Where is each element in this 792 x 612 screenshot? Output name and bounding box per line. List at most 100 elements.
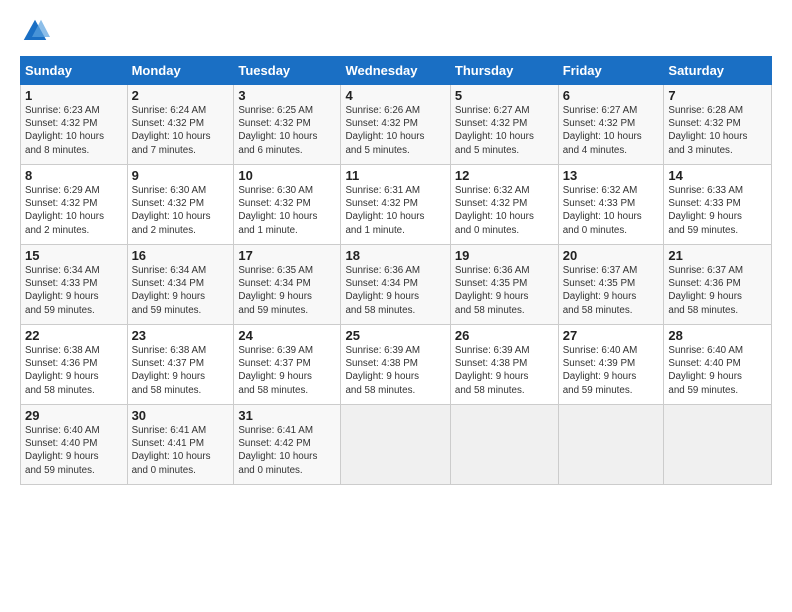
calendar-cell: 5Sunrise: 6:27 AM Sunset: 4:32 PM Daylig… [450,85,558,165]
day-number: 8 [25,168,123,183]
day-info: Sunrise: 6:34 AM Sunset: 4:33 PM Dayligh… [25,264,123,317]
day-info: Sunrise: 6:36 AM Sunset: 4:35 PM Dayligh… [455,264,554,317]
calendar-cell: 24Sunrise: 6:39 AM Sunset: 4:37 PM Dayli… [234,325,341,405]
calendar-cell: 19Sunrise: 6:36 AM Sunset: 4:35 PM Dayli… [450,245,558,325]
column-header-saturday: Saturday [664,57,772,85]
day-info: Sunrise: 6:38 AM Sunset: 4:36 PM Dayligh… [25,344,123,397]
calendar-cell: 9Sunrise: 6:30 AM Sunset: 4:32 PM Daylig… [127,165,234,245]
day-number: 19 [455,248,554,263]
column-header-thursday: Thursday [450,57,558,85]
week-row-1: 1Sunrise: 6:23 AM Sunset: 4:32 PM Daylig… [21,85,772,165]
day-number: 18 [345,248,445,263]
day-number: 5 [455,88,554,103]
calendar-cell: 12Sunrise: 6:32 AM Sunset: 4:32 PM Dayli… [450,165,558,245]
day-info: Sunrise: 6:35 AM Sunset: 4:34 PM Dayligh… [238,264,336,317]
day-info: Sunrise: 6:24 AM Sunset: 4:32 PM Dayligh… [132,104,230,157]
column-header-monday: Monday [127,57,234,85]
column-header-tuesday: Tuesday [234,57,341,85]
calendar-cell: 4Sunrise: 6:26 AM Sunset: 4:32 PM Daylig… [341,85,450,165]
calendar-cell: 23Sunrise: 6:38 AM Sunset: 4:37 PM Dayli… [127,325,234,405]
day-info: Sunrise: 6:31 AM Sunset: 4:32 PM Dayligh… [345,184,445,237]
day-number: 11 [345,168,445,183]
day-info: Sunrise: 6:41 AM Sunset: 4:41 PM Dayligh… [132,424,230,477]
day-number: 23 [132,328,230,343]
calendar-cell: 27Sunrise: 6:40 AM Sunset: 4:39 PM Dayli… [558,325,664,405]
day-info: Sunrise: 6:39 AM Sunset: 4:38 PM Dayligh… [345,344,445,397]
calendar-cell: 17Sunrise: 6:35 AM Sunset: 4:34 PM Dayli… [234,245,341,325]
day-info: Sunrise: 6:28 AM Sunset: 4:32 PM Dayligh… [668,104,767,157]
day-number: 17 [238,248,336,263]
column-header-friday: Friday [558,57,664,85]
day-info: Sunrise: 6:39 AM Sunset: 4:37 PM Dayligh… [238,344,336,397]
calendar-cell: 21Sunrise: 6:37 AM Sunset: 4:36 PM Dayli… [664,245,772,325]
calendar-cell: 6Sunrise: 6:27 AM Sunset: 4:32 PM Daylig… [558,85,664,165]
day-number: 13 [563,168,660,183]
column-header-sunday: Sunday [21,57,128,85]
page: SundayMondayTuesdayWednesdayThursdayFrid… [0,0,792,612]
calendar-cell: 2Sunrise: 6:24 AM Sunset: 4:32 PM Daylig… [127,85,234,165]
day-info: Sunrise: 6:30 AM Sunset: 4:32 PM Dayligh… [238,184,336,237]
logo [20,16,54,46]
day-number: 21 [668,248,767,263]
day-number: 12 [455,168,554,183]
header [20,16,772,46]
day-number: 16 [132,248,230,263]
calendar-cell [558,405,664,485]
calendar-cell [450,405,558,485]
calendar-cell: 26Sunrise: 6:39 AM Sunset: 4:38 PM Dayli… [450,325,558,405]
column-header-wednesday: Wednesday [341,57,450,85]
day-number: 14 [668,168,767,183]
day-info: Sunrise: 6:38 AM Sunset: 4:37 PM Dayligh… [132,344,230,397]
calendar-header-row: SundayMondayTuesdayWednesdayThursdayFrid… [21,57,772,85]
calendar-cell: 11Sunrise: 6:31 AM Sunset: 4:32 PM Dayli… [341,165,450,245]
week-row-3: 15Sunrise: 6:34 AM Sunset: 4:33 PM Dayli… [21,245,772,325]
calendar-cell: 7Sunrise: 6:28 AM Sunset: 4:32 PM Daylig… [664,85,772,165]
day-number: 20 [563,248,660,263]
calendar-cell: 3Sunrise: 6:25 AM Sunset: 4:32 PM Daylig… [234,85,341,165]
calendar-cell: 22Sunrise: 6:38 AM Sunset: 4:36 PM Dayli… [21,325,128,405]
calendar-cell [341,405,450,485]
day-number: 7 [668,88,767,103]
day-info: Sunrise: 6:33 AM Sunset: 4:33 PM Dayligh… [668,184,767,237]
day-info: Sunrise: 6:27 AM Sunset: 4:32 PM Dayligh… [455,104,554,157]
calendar-table: SundayMondayTuesdayWednesdayThursdayFrid… [20,56,772,485]
day-info: Sunrise: 6:37 AM Sunset: 4:35 PM Dayligh… [563,264,660,317]
day-number: 25 [345,328,445,343]
day-number: 27 [563,328,660,343]
day-info: Sunrise: 6:29 AM Sunset: 4:32 PM Dayligh… [25,184,123,237]
day-info: Sunrise: 6:25 AM Sunset: 4:32 PM Dayligh… [238,104,336,157]
calendar-cell: 31Sunrise: 6:41 AM Sunset: 4:42 PM Dayli… [234,405,341,485]
calendar-cell: 13Sunrise: 6:32 AM Sunset: 4:33 PM Dayli… [558,165,664,245]
week-row-2: 8Sunrise: 6:29 AM Sunset: 4:32 PM Daylig… [21,165,772,245]
day-number: 29 [25,408,123,423]
day-number: 2 [132,88,230,103]
calendar-cell: 8Sunrise: 6:29 AM Sunset: 4:32 PM Daylig… [21,165,128,245]
day-info: Sunrise: 6:40 AM Sunset: 4:39 PM Dayligh… [563,344,660,397]
day-info: Sunrise: 6:37 AM Sunset: 4:36 PM Dayligh… [668,264,767,317]
calendar-cell: 29Sunrise: 6:40 AM Sunset: 4:40 PM Dayli… [21,405,128,485]
day-info: Sunrise: 6:36 AM Sunset: 4:34 PM Dayligh… [345,264,445,317]
day-info: Sunrise: 6:40 AM Sunset: 4:40 PM Dayligh… [668,344,767,397]
calendar-cell: 15Sunrise: 6:34 AM Sunset: 4:33 PM Dayli… [21,245,128,325]
day-number: 31 [238,408,336,423]
calendar-cell: 1Sunrise: 6:23 AM Sunset: 4:32 PM Daylig… [21,85,128,165]
day-number: 24 [238,328,336,343]
day-number: 26 [455,328,554,343]
day-info: Sunrise: 6:34 AM Sunset: 4:34 PM Dayligh… [132,264,230,317]
calendar-cell: 28Sunrise: 6:40 AM Sunset: 4:40 PM Dayli… [664,325,772,405]
day-info: Sunrise: 6:32 AM Sunset: 4:32 PM Dayligh… [455,184,554,237]
calendar-cell: 16Sunrise: 6:34 AM Sunset: 4:34 PM Dayli… [127,245,234,325]
day-number: 6 [563,88,660,103]
calendar-cell: 20Sunrise: 6:37 AM Sunset: 4:35 PM Dayli… [558,245,664,325]
day-info: Sunrise: 6:40 AM Sunset: 4:40 PM Dayligh… [25,424,123,477]
day-info: Sunrise: 6:26 AM Sunset: 4:32 PM Dayligh… [345,104,445,157]
calendar-cell: 18Sunrise: 6:36 AM Sunset: 4:34 PM Dayli… [341,245,450,325]
calendar-cell: 30Sunrise: 6:41 AM Sunset: 4:41 PM Dayli… [127,405,234,485]
day-number: 22 [25,328,123,343]
day-info: Sunrise: 6:23 AM Sunset: 4:32 PM Dayligh… [25,104,123,157]
day-number: 28 [668,328,767,343]
day-info: Sunrise: 6:27 AM Sunset: 4:32 PM Dayligh… [563,104,660,157]
day-number: 9 [132,168,230,183]
calendar-cell: 25Sunrise: 6:39 AM Sunset: 4:38 PM Dayli… [341,325,450,405]
day-info: Sunrise: 6:41 AM Sunset: 4:42 PM Dayligh… [238,424,336,477]
